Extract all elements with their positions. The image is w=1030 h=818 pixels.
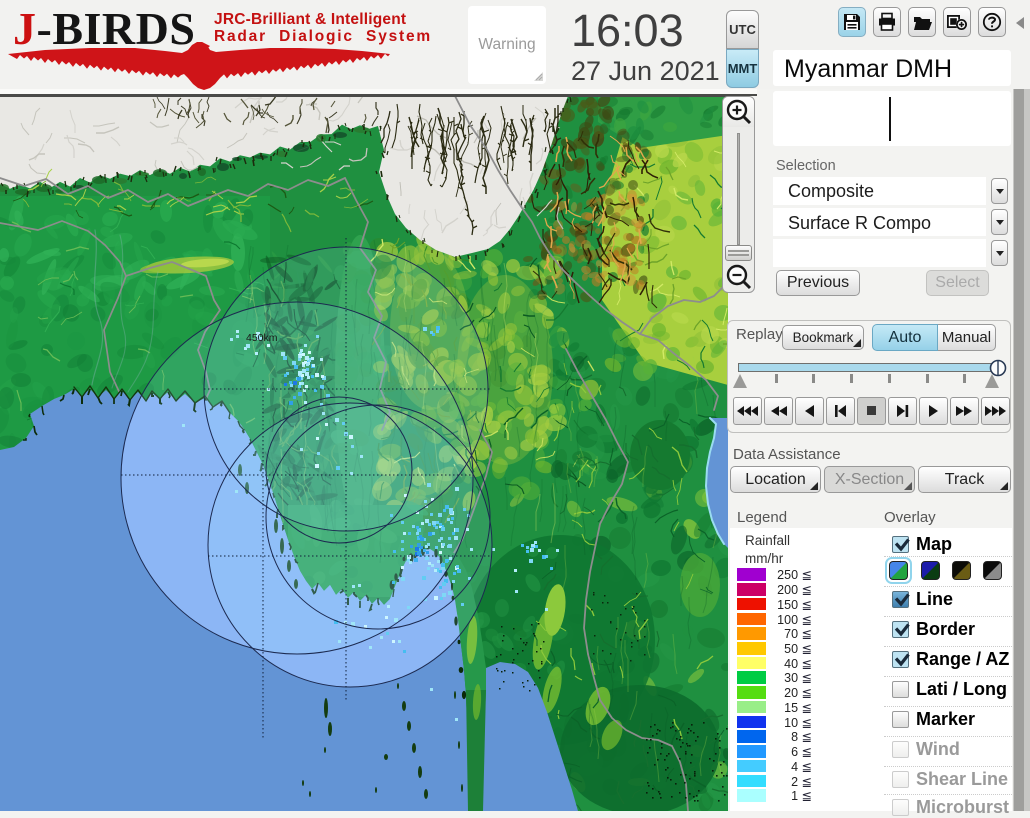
svg-text:450km: 450km — [246, 332, 278, 344]
